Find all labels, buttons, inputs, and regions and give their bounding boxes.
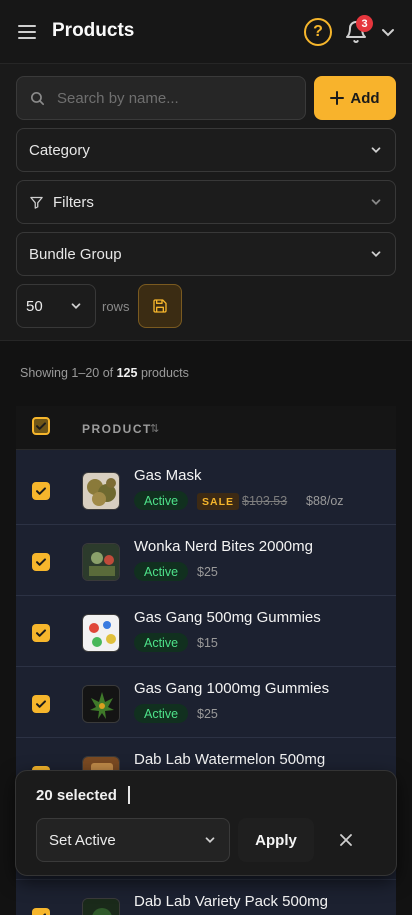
filters-panel: Add Category Filters Bundle Group 50 row… <box>0 64 412 341</box>
product-price: $88/oz <box>306 494 344 508</box>
search-icon <box>30 91 45 106</box>
bundle-group-label: Bundle Group <box>29 246 122 263</box>
sale-badge: SALE <box>197 493 240 510</box>
top-bar: Products ? 3 <box>0 0 412 64</box>
product-name[interactable]: Dab Lab Variety Pack 500mg <box>134 893 328 910</box>
results-total: 125 <box>116 366 138 380</box>
status-badge: Active <box>134 633 189 652</box>
help-icon[interactable]: ? <box>304 18 332 46</box>
row-checkbox[interactable] <box>32 695 50 713</box>
funnel-icon <box>30 196 43 209</box>
hamburger-menu-icon[interactable] <box>16 21 40 43</box>
product-price: $25 <box>197 565 218 579</box>
filters-toggle[interactable]: Filters <box>16 180 396 224</box>
results-summary-prefix: Showing 1–20 of <box>20 366 117 380</box>
product-column-header[interactable]: PRODUCT <box>82 422 152 436</box>
apply-button[interactable]: Apply <box>238 818 314 862</box>
status-badge: Active <box>134 562 189 581</box>
product-name[interactable]: Wonka Nerd Bites 2000mg <box>134 538 313 555</box>
close-icon[interactable] <box>334 828 358 852</box>
category-select[interactable]: Category <box>16 128 396 172</box>
status-badge: Active <box>134 491 189 510</box>
account-chevron-down-icon[interactable] <box>380 24 396 40</box>
product-thumbnail <box>82 898 120 915</box>
filters-label: Filters <box>53 194 94 211</box>
bundle-group-select[interactable]: Bundle Group <box>16 232 396 276</box>
table-row[interactable]: Gas Mask Active SALE $103.53 $88/oz <box>16 454 396 525</box>
chevron-down-icon <box>371 147 381 153</box>
add-product-button[interactable]: Add <box>314 76 396 120</box>
product-thumbnail <box>82 543 120 581</box>
select-all-checkbox[interactable] <box>32 417 50 435</box>
product-price: $15 <box>197 636 218 650</box>
divider <box>128 786 130 804</box>
bulk-action-value: Set Active <box>49 832 116 849</box>
status-badge: Active <box>134 704 189 723</box>
original-price: $103.53 <box>242 494 288 508</box>
row-checkbox[interactable] <box>32 908 50 915</box>
rows-label: rows <box>102 299 130 314</box>
product-name[interactable]: Dab Lab Watermelon 500mg <box>134 751 325 768</box>
table-row[interactable]: Wonka Nerd Bites 2000mg Active $25 <box>16 525 396 596</box>
product-name[interactable]: Gas Mask <box>134 467 202 484</box>
notification-count-badge: 3 <box>356 15 373 32</box>
product-thumbnail <box>82 472 120 510</box>
results-summary: Showing 1–20 of 125 products <box>20 366 189 380</box>
rows-per-page-value: 50 <box>26 298 43 315</box>
row-checkbox[interactable] <box>32 553 50 571</box>
search-input[interactable] <box>57 77 297 119</box>
product-thumbnail <box>82 614 120 652</box>
bulk-action-select[interactable]: Set Active <box>36 818 230 862</box>
rows-per-page-select[interactable]: 50 <box>16 284 96 328</box>
table-row[interactable]: Dab Lab Variety Pack 500mg <box>16 880 396 915</box>
row-checkbox[interactable] <box>32 624 50 642</box>
page-title: Products <box>52 20 135 41</box>
save-view-button[interactable] <box>138 284 182 328</box>
search-box[interactable] <box>16 76 306 120</box>
plus-icon <box>330 91 345 105</box>
chevron-down-icon <box>371 251 381 257</box>
save-icon <box>153 299 167 313</box>
results-summary-suffix: products <box>137 366 189 380</box>
product-name[interactable]: Gas Gang 1000mg Gummies <box>134 680 329 697</box>
sort-icon[interactable]: ⇅ <box>150 422 159 435</box>
add-button-label: Add <box>350 89 380 107</box>
product-name[interactable]: Gas Gang 500mg Gummies <box>134 609 321 626</box>
product-thumbnail <box>82 685 120 723</box>
chevron-down-icon <box>71 303 81 309</box>
bulk-action-bar: 20 selected Set Active Apply <box>15 770 397 876</box>
row-checkbox[interactable] <box>32 482 50 500</box>
category-select-label: Category <box>29 142 90 159</box>
selected-count: 20 selected <box>36 787 117 804</box>
chevron-down-icon <box>205 837 215 843</box>
chevron-down-icon <box>371 199 381 205</box>
product-price: $25 <box>197 707 218 721</box>
table-row[interactable]: Gas Gang 1000mg Gummies Active $25 <box>16 667 396 738</box>
table-header: PRODUCT ⇅ <box>16 406 396 450</box>
table-row[interactable]: Gas Gang 500mg Gummies Active $15 <box>16 596 396 667</box>
